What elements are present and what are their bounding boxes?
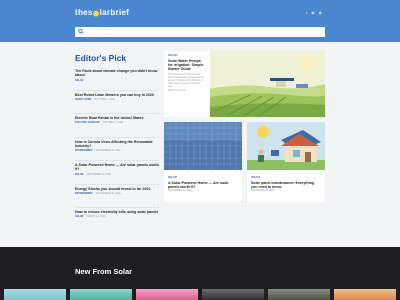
article-meta: ELECTRIC VEHICLES OCTOBER 1, 2020 [75, 121, 159, 124]
thumbnail-image[interactable] [334, 289, 396, 300]
thumbnail-row [0, 289, 400, 300]
thumbnail-image[interactable] [70, 289, 132, 300]
thumbnail-image[interactable] [268, 289, 330, 300]
article-category[interactable]: ELECTRIC VEHICLES [75, 121, 100, 124]
list-item[interactable]: A Solar-Powered Home — Are solar panels … [75, 161, 159, 185]
card-text: SOLAR A Solar-Powered Home — Are solar p… [164, 173, 242, 195]
facebook-icon[interactable]: f [306, 10, 307, 15]
article-title[interactable]: A Solar-Powered Home — Are solar panels … [75, 163, 159, 172]
featured-card-text: SOLAR Solar Water Pumps for Irrigation: … [164, 51, 210, 117]
site-logo[interactable]: thes larbrief [75, 8, 129, 17]
logo-text-end: larbrief [99, 8, 130, 17]
article-category[interactable]: SMART HOME [75, 98, 91, 101]
article-category[interactable]: ENVIRONMENT [75, 192, 93, 195]
article-title[interactable]: Ten Facts about climate change you didn'… [75, 69, 159, 78]
article-meta: SOLAR SEPTEMBER 29, 2020 [75, 173, 159, 176]
article-title[interactable]: How is Corona Virus Affecting the Renewa… [75, 140, 159, 149]
list-item[interactable]: How is Corona Virus Affecting the Renewa… [75, 138, 159, 161]
twitter-icon[interactable]: ◉ [311, 10, 315, 15]
article-meta: SMART HOME OCTOBER 2, 2020 [75, 98, 159, 101]
article-meta: SOLAR MARCH 12, 2020 [75, 215, 159, 218]
editors-pick-list: Ten Facts about climate change you didn'… [75, 67, 159, 232]
house-solar-illustration[interactable] [247, 122, 325, 170]
search-icon[interactable] [78, 28, 84, 35]
article-category[interactable]: SOLAR [251, 176, 321, 179]
article-date: OCTOBER 1, 2020 [102, 121, 123, 125]
list-item[interactable]: Best Robot Lawn Mowers you can buy in 20… [75, 91, 159, 114]
article-date: SEPTEMBER 29, 2020 [86, 172, 112, 176]
logo-sun-icon [93, 10, 100, 16]
article-category[interactable]: ENVIRONMENT [75, 149, 93, 152]
article-title[interactable]: How to reduce electricity bills using so… [75, 210, 159, 214]
article-title[interactable]: Best Robot Lawn Mowers you can buy in 20… [75, 93, 159, 97]
article-card-solar-home[interactable]: SOLAR A Solar-Powered Home — Are solar p… [164, 122, 242, 202]
solar-panel-image[interactable] [164, 122, 242, 170]
thumbnail-image[interactable] [4, 289, 66, 300]
field-irrigation-image[interactable] [210, 51, 325, 117]
article-date: SEPTEMBER 29, 2020 [168, 190, 192, 193]
editors-pick-title: Editor's Pick [75, 53, 127, 63]
article-category[interactable]: SOLAR [75, 79, 83, 82]
article-meta: SOLAR [75, 79, 159, 82]
article-category[interactable]: SOLAR [75, 215, 83, 218]
article-date: OCTOBER 2, 2020 [94, 97, 115, 101]
article-meta: ENVIRONMENT SEPTEMBER 30, 2020 [75, 149, 159, 152]
article-title[interactable]: Electric Boat Rental in the United State… [75, 116, 159, 120]
logo-text-start: thes [75, 8, 93, 17]
list-item[interactable]: Ten Facts about climate change you didn'… [75, 67, 159, 91]
twitter-bird-icon[interactable]: ◆ [319, 10, 322, 15]
article-date: SEPTEMBER 30, 2020 [95, 149, 121, 153]
article-title[interactable]: Solar panel maintenance: Everything you … [251, 181, 321, 189]
article-date: SEPTEMBER 28, 2020 [95, 191, 121, 195]
list-item[interactable]: Energy Stocks you should invest in for 2… [75, 185, 159, 208]
article-excerpt: This article is for those already farmed… [168, 73, 204, 89]
site-header: thes larbrief f ◉ ◆ [0, 0, 400, 42]
thumbnail-image[interactable] [202, 289, 264, 300]
article-date: MARCH 12, 2020 [168, 89, 187, 92]
article-title[interactable]: Energy Stocks you should invest in for 2… [75, 187, 159, 191]
article-date: SEPTEMBER 28, 2020 [251, 190, 275, 193]
article-title[interactable]: Solar Water Pumps for Irrigation: Simple… [168, 59, 206, 72]
featured-article-card[interactable]: SOLAR Solar Water Pumps for Irrigation: … [164, 51, 325, 117]
list-item[interactable]: How to reduce electricity bills using so… [75, 208, 159, 232]
article-meta: ENVIRONMENT SEPTEMBER 28, 2020 [75, 192, 159, 195]
article-category[interactable]: SOLAR [168, 176, 238, 179]
article-card-maintenance[interactable]: SOLAR Solar panel maintenance: Everythin… [247, 122, 325, 202]
list-item[interactable]: Electric Boat Rental in the United State… [75, 114, 159, 138]
thumbnail-image[interactable] [136, 289, 198, 300]
search-input[interactable] [86, 28, 316, 36]
article-category[interactable]: SOLAR [168, 54, 206, 57]
search-bar[interactable] [75, 27, 325, 37]
section-title: New From Solar [75, 267, 133, 276]
article-date: MARCH 12, 2020 [86, 215, 106, 219]
article-title[interactable]: A Solar-Powered Home — Are solar panels … [168, 181, 238, 189]
article-category[interactable]: SOLAR [75, 173, 83, 176]
social-links: f ◉ ◆ [306, 10, 322, 15]
card-text: SOLAR Solar panel maintenance: Everythin… [247, 173, 325, 195]
